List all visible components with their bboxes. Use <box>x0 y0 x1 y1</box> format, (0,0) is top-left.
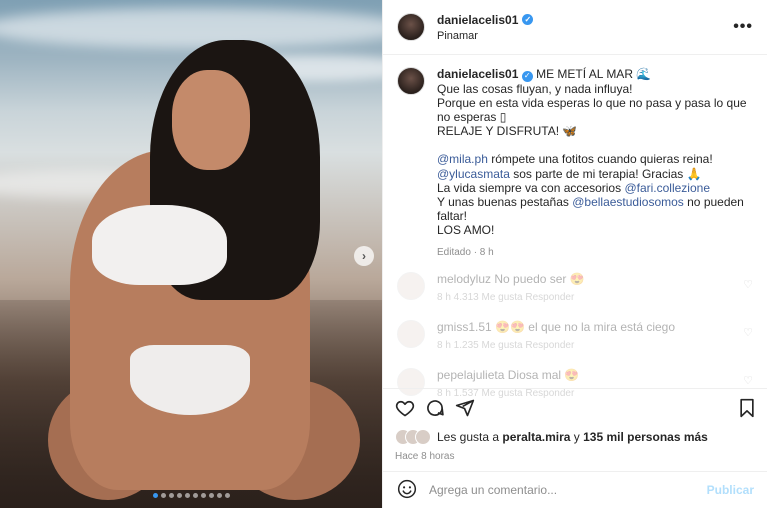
comment-body: gmiss1.51 😍😍 el que no la mira está cieg… <box>437 320 743 351</box>
carousel-dot <box>200 493 206 498</box>
heart-icon[interactable] <box>395 398 425 418</box>
caption-line: Porque en esta vida esperas lo que no pa… <box>437 95 747 124</box>
comment-text: 😍😍 el que no la mira está ciego <box>495 319 676 334</box>
avatar <box>415 429 431 445</box>
actions-area: Les gusta a peralta.mira y 135 mil perso… <box>383 388 767 462</box>
mention-link[interactable]: @ylucasmata <box>437 167 510 181</box>
avatar[interactable] <box>397 319 425 348</box>
caption-title: ME METÍ AL MAR 🌊 <box>536 67 652 81</box>
carousel-dot <box>152 493 158 498</box>
post-photo[interactable]: › <box>0 0 382 508</box>
carousel-dot <box>192 493 198 498</box>
photo-wave <box>0 8 382 48</box>
chevron-right-icon: › <box>362 249 366 263</box>
heart-icon[interactable]: ♡ <box>743 278 753 291</box>
more-options-icon[interactable]: ••• <box>733 18 753 36</box>
carousel-dot <box>216 493 222 498</box>
caption-line: LOS AMO! <box>437 223 495 238</box>
comment-meta: 8 h 4.313 Me gusta Responder <box>437 291 575 303</box>
caption-line: RELAJE Y DISFRUTA! 🦋 <box>437 124 578 139</box>
mention-link[interactable]: @bellaestudiosomos <box>572 195 684 209</box>
caption-line-text: sos parte de mi terapia! Gracias 🙏 <box>509 166 702 181</box>
photo-figure <box>130 345 250 415</box>
comment-meta: 8 h 1.235 Me gusta Responder <box>437 339 575 351</box>
instagram-post: › danielacelis01 ✓ Pinamar ••• danielace… <box>0 0 767 508</box>
action-bar <box>395 389 756 427</box>
edited-label: Editado · 8 h <box>437 246 494 258</box>
add-comment-bar: Publicar <box>383 471 767 508</box>
avatar[interactable] <box>397 13 425 41</box>
caption-line: Que las cosas fluyan, y nada influya! <box>437 81 633 96</box>
caption-username[interactable]: danielacelis01 <box>437 67 518 81</box>
verified-icon: ✓ <box>521 70 533 82</box>
mention-link[interactable]: @mila.ph <box>437 152 488 166</box>
caption-line-text: Y unas buenas pestañas <box>437 195 573 210</box>
comment-body: melodyluz No puedo ser 😍 8 h 4.313 Me gu… <box>437 272 743 303</box>
comment-item: melodyluz No puedo ser 😍 8 h 4.313 Me gu… <box>397 271 753 320</box>
post-side-panel: danielacelis01 ✓ Pinamar ••• danielaceli… <box>382 0 767 508</box>
likes-suffix: y <box>570 430 584 444</box>
caption-line-text: La vida siempre va con accesorios <box>437 180 625 195</box>
caption-line: Y unas buenas pestañas @bellaestudiosomo… <box>437 195 747 223</box>
caption-line-text: rómpete una fotitos cuando quieras reina… <box>487 152 713 167</box>
heart-icon[interactable]: ♡ <box>743 326 753 339</box>
comment-input[interactable] <box>429 483 707 497</box>
emoji-icon[interactable] <box>397 479 417 502</box>
comment-username[interactable]: melodyluz <box>437 272 491 286</box>
carousel-dot <box>160 493 166 498</box>
publish-button[interactable]: Publicar <box>707 483 754 497</box>
likes-count[interactable]: 135 mil personas más <box>583 430 708 444</box>
header-location[interactable]: Pinamar <box>437 30 733 42</box>
carousel-next-button[interactable]: › <box>354 246 374 266</box>
carousel-dot <box>168 493 174 498</box>
likes-text: Les gusta a peralta.mira y 135 mil perso… <box>437 430 708 444</box>
carousel-dot <box>224 493 230 498</box>
caption-block: danielacelis01 ✓ ME METÍ AL MAR 🌊 Que la… <box>383 55 767 260</box>
header-username-row: danielacelis01 ✓ <box>437 13 733 27</box>
header-username[interactable]: danielacelis01 <box>437 13 518 27</box>
comment-item: gmiss1.51 😍😍 el que no la mira está cieg… <box>397 319 753 368</box>
verified-icon: ✓ <box>522 14 534 25</box>
caption-text: danielacelis01 ✓ ME METÍ AL MAR 🌊 Que la… <box>437 67 747 260</box>
comment-username[interactable]: pepelajulieta <box>437 368 504 382</box>
photo-figure <box>172 70 250 170</box>
caption-line: @ylucasmata sos parte de mi terapia! Gra… <box>437 167 747 181</box>
post-time[interactable]: Hace 8 horas <box>395 451 756 462</box>
bookmark-icon[interactable] <box>726 398 756 418</box>
mention-link[interactable]: @fari.collezione <box>624 181 710 195</box>
carousel-dot <box>184 493 190 498</box>
avatar[interactable] <box>397 271 425 300</box>
heart-icon[interactable]: ♡ <box>743 374 753 387</box>
caption-line: @mila.ph rómpete una fotitos cuando quie… <box>437 152 747 166</box>
comment-text: Diosa mal 😍 <box>507 367 580 382</box>
carousel-dot <box>208 493 214 498</box>
share-icon[interactable] <box>455 398 485 418</box>
header-text: danielacelis01 ✓ Pinamar <box>437 13 733 42</box>
comment-icon[interactable] <box>425 398 455 418</box>
post-header: danielacelis01 ✓ Pinamar ••• <box>383 0 767 55</box>
comment-username[interactable]: gmiss1.51 <box>437 320 492 334</box>
caption-line: La vida siempre va con accesorios @fari.… <box>437 181 747 195</box>
carousel-dot <box>176 493 182 498</box>
likes-prefix: Les gusta a <box>437 430 503 444</box>
comment-text: No puedo ser 😍 <box>494 271 585 286</box>
photo-figure <box>92 205 227 285</box>
carousel-dots <box>0 493 382 498</box>
likes-user[interactable]: peralta.mira <box>502 430 570 444</box>
avatar[interactable] <box>397 67 425 95</box>
likes-row: Les gusta a peralta.mira y 135 mil perso… <box>395 429 756 445</box>
